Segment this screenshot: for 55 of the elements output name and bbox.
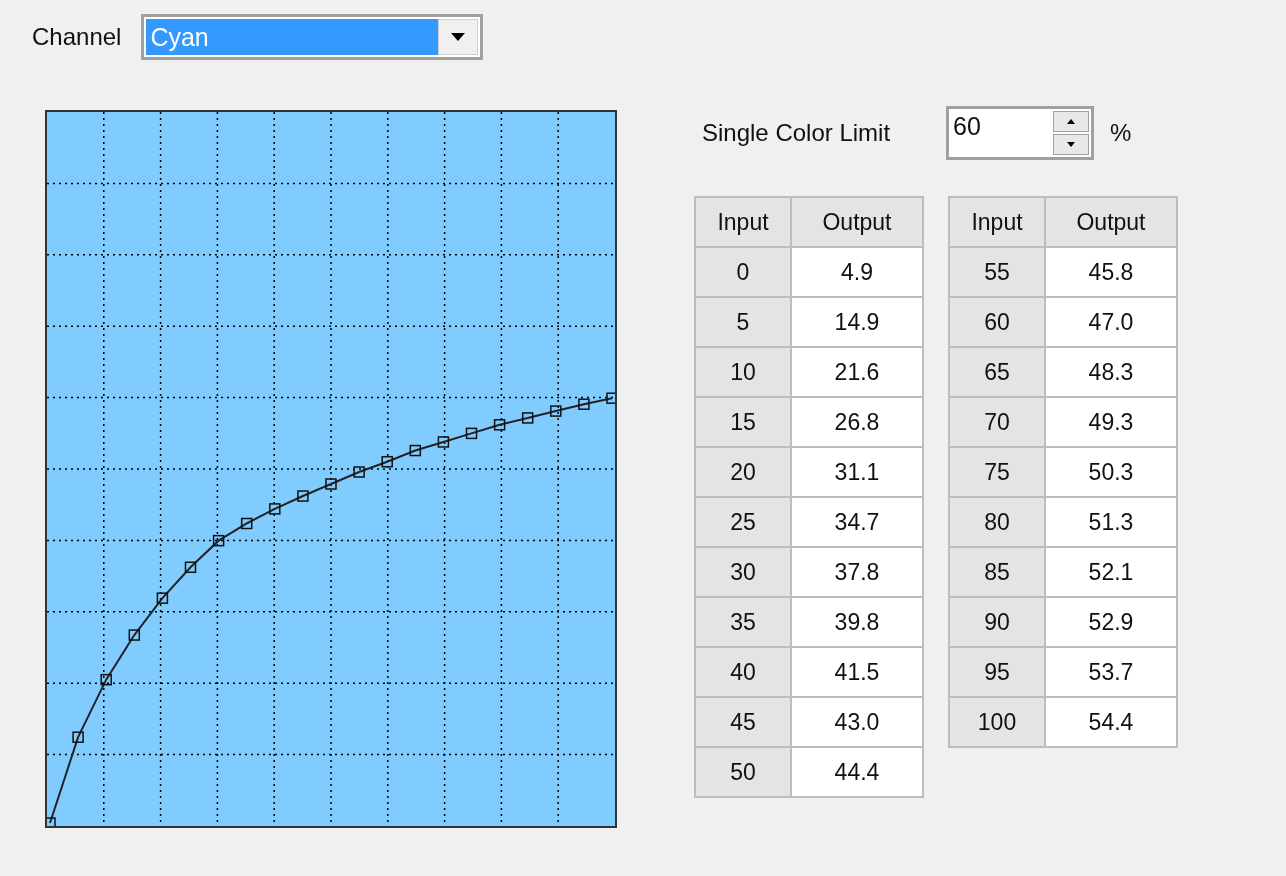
spin-up-icon[interactable] xyxy=(1053,111,1089,132)
input-cell: 40 xyxy=(695,647,791,697)
column-header: Output xyxy=(1045,197,1177,247)
output-cell: 21.6 xyxy=(791,347,923,397)
output-cell: 31.1 xyxy=(791,447,923,497)
output-cell: 37.8 xyxy=(791,547,923,597)
percent-unit: % xyxy=(1110,118,1132,148)
input-cell: 85 xyxy=(949,547,1045,597)
output-cell: 34.7 xyxy=(791,497,923,547)
spin-down-icon[interactable] xyxy=(1053,134,1089,155)
column-header: Output xyxy=(791,197,923,247)
output-cell: 44.4 xyxy=(791,747,923,797)
output-cell: 4.9 xyxy=(791,247,923,297)
output-cell: 49.3 xyxy=(1045,397,1177,447)
input-cell: 45 xyxy=(695,697,791,747)
input-cell: 30 xyxy=(695,547,791,597)
input-cell: 0 xyxy=(695,247,791,297)
input-cell: 50 xyxy=(695,747,791,797)
input-cell: 90 xyxy=(949,597,1045,647)
single-color-limit-label: Single Color Limit xyxy=(702,118,892,148)
output-cell: 39.8 xyxy=(791,597,923,647)
output-cell: 14.9 xyxy=(791,297,923,347)
input-cell: 5 xyxy=(695,297,791,347)
input-cell: 100 xyxy=(949,697,1045,747)
input-cell: 35 xyxy=(695,597,791,647)
output-cell: 47.0 xyxy=(1045,297,1177,347)
input-cell: 20 xyxy=(695,447,791,497)
output-cell: 53.7 xyxy=(1045,647,1177,697)
input-cell: 65 xyxy=(949,347,1045,397)
output-cell: 43.0 xyxy=(791,697,923,747)
output-cell: 41.5 xyxy=(791,647,923,697)
limit-value: 60 xyxy=(952,111,982,142)
input-cell: 25 xyxy=(695,497,791,547)
limit-spin-field[interactable]: 60 xyxy=(946,106,1094,160)
output-cell: 48.3 xyxy=(1045,347,1177,397)
channel-label: Channel xyxy=(32,22,122,52)
output-cell: 54.4 xyxy=(1045,697,1177,747)
output-cell: 52.9 xyxy=(1045,597,1177,647)
column-header: Input xyxy=(949,197,1045,247)
output-cell: 50.3 xyxy=(1045,447,1177,497)
input-cell: 95 xyxy=(949,647,1045,697)
input-cell: 80 xyxy=(949,497,1045,547)
input-cell: 55 xyxy=(949,247,1045,297)
input-cell: 70 xyxy=(949,397,1045,447)
input-cell: 15 xyxy=(695,397,791,447)
dropdown-value: Cyan xyxy=(146,19,439,55)
output-cell: 45.8 xyxy=(1045,247,1177,297)
input-cell: 60 xyxy=(949,297,1045,347)
caret-icon xyxy=(438,19,479,55)
output-cell: 26.8 xyxy=(791,397,923,447)
input-cell: 10 xyxy=(695,347,791,397)
output-cell: 52.1 xyxy=(1045,547,1177,597)
input-cell: 75 xyxy=(949,447,1045,497)
column-header: Input xyxy=(695,197,791,247)
output-cell: 51.3 xyxy=(1045,497,1177,547)
